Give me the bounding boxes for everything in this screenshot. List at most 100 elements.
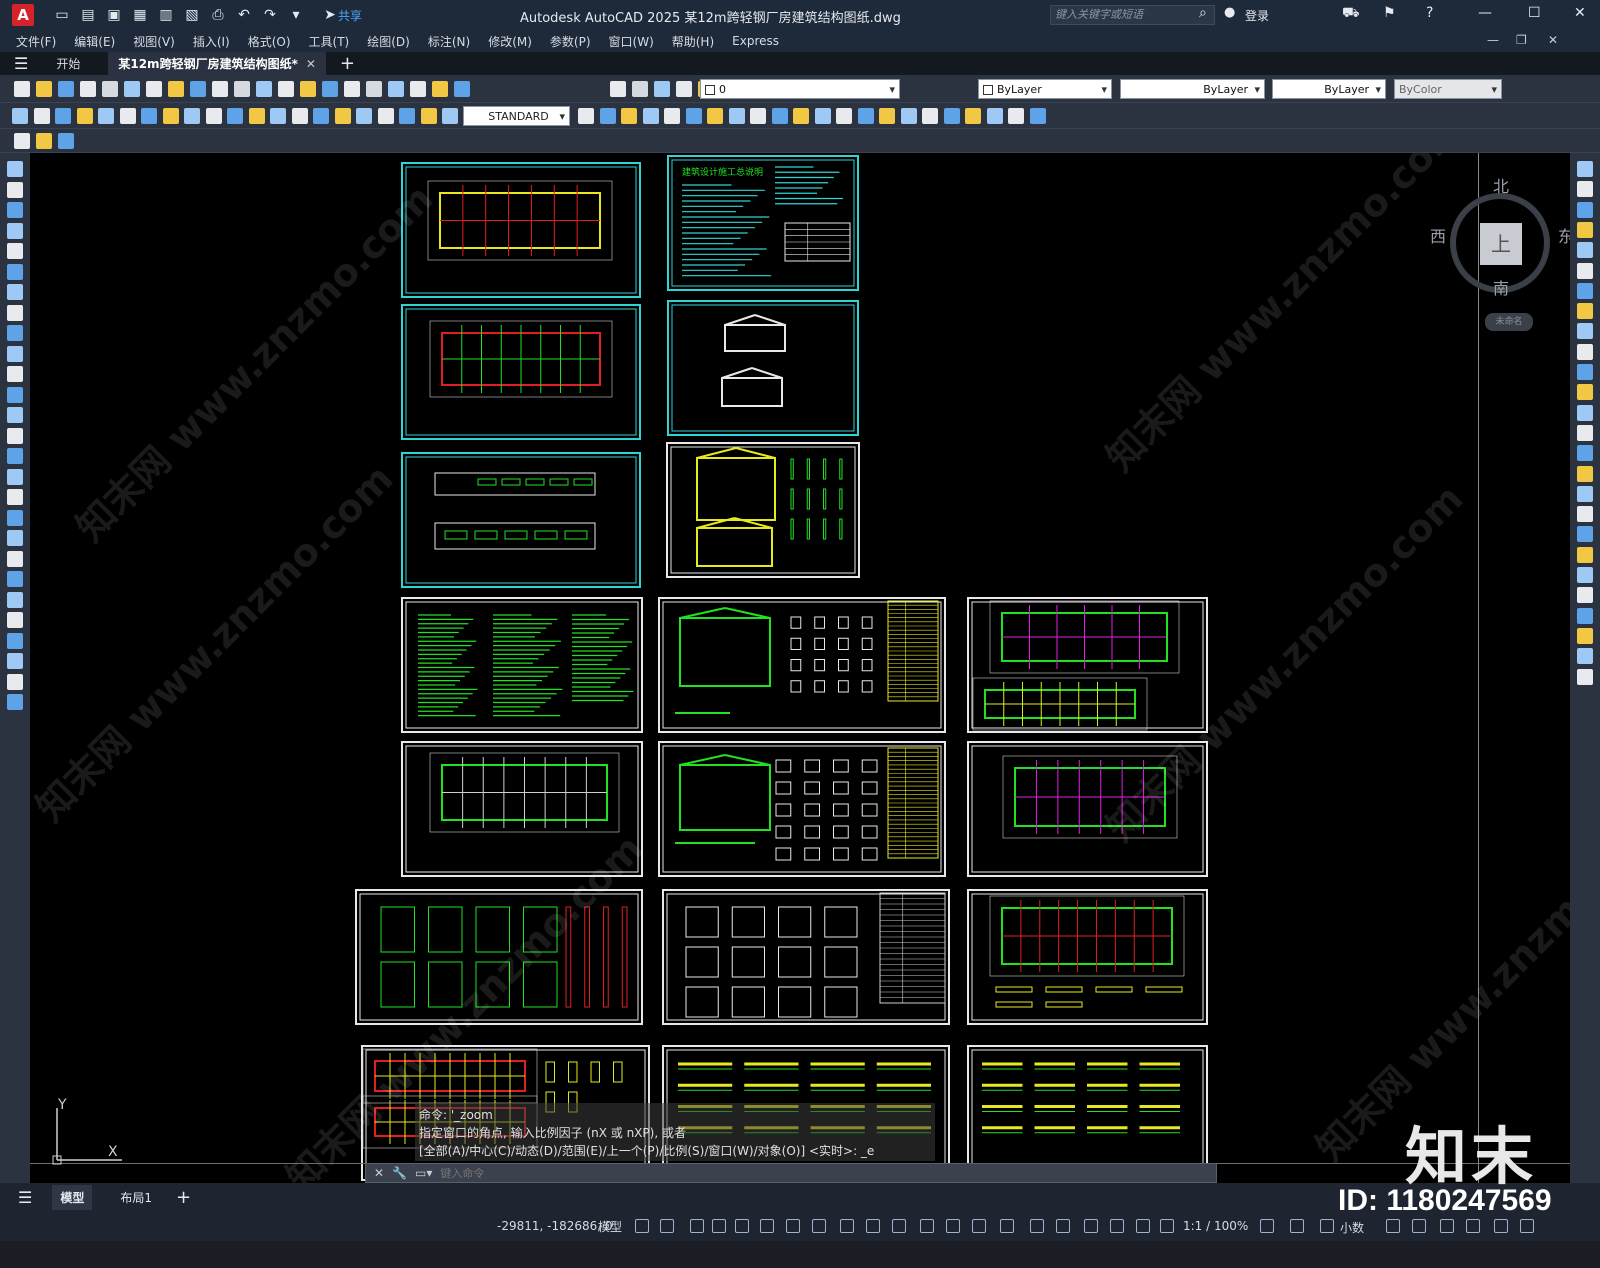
draw-tool-icon[interactable] — [7, 346, 23, 362]
login-button[interactable]: 登录 — [1245, 7, 1269, 24]
draw-tool-icon[interactable] — [7, 366, 23, 382]
modify-tool-icon[interactable] — [1577, 547, 1593, 563]
draw-tool-icon[interactable] — [7, 243, 23, 259]
drawing-canvas[interactable]: 建筑设计施工总说明 知末网 www.znzmo.com 知末网 www.znzm… — [30, 153, 1570, 1183]
menu-edit[interactable]: 编辑(E) — [74, 33, 115, 50]
modify-tool-icon[interactable] — [1577, 323, 1593, 339]
toolbar-tool-icon[interactable] — [77, 108, 93, 124]
toolbar-tool-icon[interactable] — [58, 133, 74, 149]
modify-tool-icon[interactable] — [1577, 506, 1593, 522]
draw-tool-icon[interactable] — [7, 264, 23, 280]
toolbar-tool-icon[interactable] — [442, 108, 458, 124]
toolbar-tool-icon[interactable] — [1030, 108, 1046, 124]
toolbar-tool-icon[interactable] — [14, 81, 30, 97]
toolbar-tool-icon[interactable] — [879, 108, 895, 124]
toolbar-tool-icon[interactable] — [14, 133, 30, 149]
toolbar-tool-icon[interactable] — [987, 108, 1003, 124]
status-toggle-icon[interactable] — [690, 1219, 704, 1233]
status-toggle-icon[interactable] — [1084, 1219, 1098, 1233]
status-toggle-icon[interactable] — [660, 1219, 674, 1233]
status-toggle-icon[interactable] — [972, 1219, 986, 1233]
toolbar-tool-icon[interactable] — [643, 108, 659, 124]
command-prompt-icon[interactable]: ▭▾ — [415, 1166, 432, 1180]
maximize-icon[interactable]: ☐ — [1528, 5, 1541, 21]
menu-tools[interactable]: 工具(T) — [309, 33, 350, 50]
help-icon[interactable]: ? — [1426, 5, 1433, 21]
status-toggle-icon[interactable] — [1136, 1219, 1150, 1233]
toolbar-tool-icon[interactable] — [944, 108, 960, 124]
draw-tool-icon[interactable] — [7, 428, 23, 444]
menu-hamburger-icon[interactable]: ☰ — [14, 54, 28, 73]
status-toggle-icon[interactable] — [786, 1219, 800, 1233]
toolbar-tool-icon[interactable] — [58, 81, 74, 97]
color-dropdown[interactable]: ByLayer — [978, 79, 1112, 100]
modify-tool-icon[interactable] — [1577, 445, 1593, 461]
toolbar-tool-icon[interactable] — [836, 108, 852, 124]
toolbar-tool-icon[interactable] — [124, 81, 140, 97]
toolbar-tool-icon[interactable] — [80, 81, 96, 97]
menu-dimension[interactable]: 标注(N) — [428, 33, 470, 50]
toolbar-tool-icon[interactable] — [815, 108, 831, 124]
viewcube[interactable]: 北 南 西 东 上 未命名 — [1430, 173, 1570, 331]
status-toggle-icon[interactable] — [1000, 1219, 1014, 1233]
toolbar-tool-icon[interactable] — [344, 81, 360, 97]
toolbar-tool-icon[interactable] — [212, 81, 228, 97]
toolbar-tool-icon[interactable] — [356, 108, 372, 124]
toolbar-tool-icon[interactable] — [141, 108, 157, 124]
modify-tool-icon[interactable] — [1577, 648, 1593, 664]
layer-dropdown[interactable]: 0 — [700, 79, 900, 100]
modify-tool-icon[interactable] — [1577, 222, 1593, 238]
viewcube-east[interactable]: 东 — [1558, 223, 1570, 247]
draw-tool-icon[interactable] — [7, 284, 23, 300]
toolbar-tool-icon[interactable] — [168, 81, 184, 97]
command-settings-icon[interactable]: 🔧 — [392, 1166, 407, 1180]
status-toggle-icon[interactable] — [1290, 1219, 1304, 1233]
status-toggle-icon[interactable] — [1320, 1219, 1334, 1233]
toolbar-tool-icon[interactable] — [686, 108, 702, 124]
draw-tool-icon[interactable] — [7, 202, 23, 218]
add-layout-icon[interactable]: + — [176, 1187, 191, 1208]
toolbar-tool-icon[interactable] — [256, 81, 272, 97]
menu-express[interactable]: Express — [732, 34, 779, 48]
toolbar-tool-icon[interactable] — [163, 108, 179, 124]
toolbar-tool-icon[interactable] — [729, 108, 745, 124]
toolbar-tool-icon[interactable] — [55, 108, 71, 124]
undo-icon[interactable]: ↶ — [236, 7, 252, 23]
open-file-icon[interactable]: ▤ — [80, 7, 96, 23]
modify-tool-icon[interactable] — [1577, 425, 1593, 441]
tab-layout1[interactable]: 布局1 — [112, 1185, 160, 1210]
status-toggle-icon[interactable] — [866, 1219, 880, 1233]
toolbar-tool-icon[interactable] — [102, 81, 118, 97]
web-mobile-icon[interactable]: ▧ — [184, 7, 200, 23]
menu-insert[interactable]: 插入(I) — [193, 33, 230, 50]
draw-tool-icon[interactable] — [7, 448, 23, 464]
toolbar-tool-icon[interactable] — [632, 81, 648, 97]
modify-tool-icon[interactable] — [1577, 181, 1593, 197]
menu-modify[interactable]: 修改(M) — [488, 33, 532, 50]
menu-view[interactable]: 视图(V) — [133, 33, 175, 50]
toolbar-tool-icon[interactable] — [793, 108, 809, 124]
close-icon[interactable]: ✕ — [1574, 5, 1586, 21]
status-toggle-icon[interactable] — [1386, 1219, 1400, 1233]
viewcube-north[interactable]: 北 — [1493, 173, 1509, 197]
save-icon[interactable]: ▣ — [106, 7, 122, 23]
modify-tool-icon[interactable] — [1577, 283, 1593, 299]
modify-tool-icon[interactable] — [1577, 567, 1593, 583]
status-toggle-icon[interactable] — [812, 1219, 826, 1233]
toolbar-tool-icon[interactable] — [965, 108, 981, 124]
toolbar-tool-icon[interactable] — [190, 81, 206, 97]
menu-parametric[interactable]: 参数(P) — [550, 33, 591, 50]
linetype-dropdown[interactable]: ByLayer — [1120, 79, 1265, 100]
modify-tool-icon[interactable] — [1577, 161, 1593, 177]
user-icon[interactable]: ● — [1224, 5, 1235, 20]
doc-restore-icon[interactable]: ❐ — [1516, 33, 1527, 47]
status-toggle-icon[interactable] — [1160, 1219, 1174, 1233]
toolbar-tool-icon[interactable] — [313, 108, 329, 124]
menu-window[interactable]: 窗口(W) — [609, 33, 654, 50]
toolbar-tool-icon[interactable] — [432, 81, 448, 97]
toolbar-tool-icon[interactable] — [578, 108, 594, 124]
draw-tool-icon[interactable] — [7, 325, 23, 341]
toolbar-tool-icon[interactable] — [36, 133, 52, 149]
viewcube-west[interactable]: 西 — [1430, 223, 1446, 247]
toolbar-tool-icon[interactable] — [621, 108, 637, 124]
